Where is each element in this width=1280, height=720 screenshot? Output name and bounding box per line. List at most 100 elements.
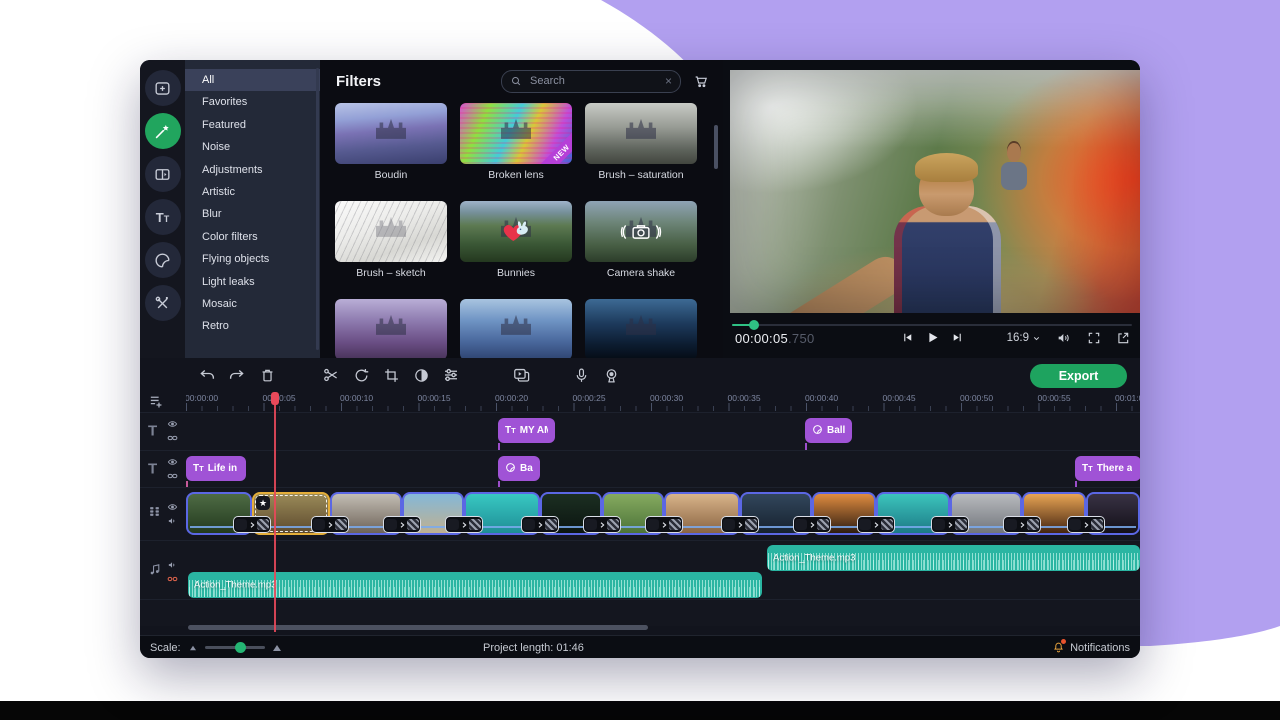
notifications-button[interactable]: Notifications [1052, 636, 1130, 658]
timeline-title-clip[interactable]: TT There a [1075, 456, 1140, 481]
detach-player-icon[interactable] [1116, 331, 1130, 345]
preview-seek-bar[interactable] [732, 320, 1132, 330]
timeline-horizontal-scrollbar[interactable] [188, 625, 648, 630]
volume-icon[interactable] [1056, 330, 1072, 346]
filter-card[interactable]: Brush – saturation [585, 103, 697, 181]
filter-card[interactable] [460, 299, 572, 358]
timeline-title-clip[interactable]: TT Life in [186, 456, 246, 481]
audio-clip[interactable]: Action_Theme.mp3 [188, 572, 762, 598]
redo-button[interactable] [226, 364, 248, 386]
ruler-time-label: 00:00:25 [573, 393, 606, 403]
filter-card[interactable] [335, 299, 447, 358]
filter-overlay-icon [460, 201, 572, 262]
transition-badge[interactable] [721, 516, 759, 533]
unlink-icon[interactable] [167, 574, 178, 585]
record-voice-button[interactable] [570, 364, 592, 386]
color-adjustments-button[interactable] [410, 364, 432, 386]
zoom-slider-handle[interactable] [235, 642, 246, 653]
transition-badge[interactable] [793, 516, 831, 533]
sidebar-item-filters[interactable] [145, 113, 181, 149]
zoom-out-icon[interactable] [190, 645, 196, 650]
category-item[interactable]: Color filters [185, 226, 320, 248]
export-button[interactable]: Export [1030, 364, 1127, 388]
transition-badge[interactable] [857, 516, 895, 533]
sidebar-item-import-media[interactable] [145, 70, 181, 106]
title-track-2: TT Life in Bac TT There a [186, 450, 1140, 487]
delete-button[interactable] [256, 364, 278, 386]
transition-badge[interactable] [583, 516, 621, 533]
overlay-button[interactable] [510, 364, 532, 386]
search-box[interactable]: × [501, 70, 681, 93]
store-cart-icon[interactable] [693, 73, 709, 89]
play-button[interactable] [925, 330, 940, 345]
timeline-zoom-slider[interactable] [205, 646, 265, 649]
undo-button[interactable] [196, 364, 218, 386]
transition-badge[interactable] [1067, 516, 1105, 533]
previous-frame-button[interactable] [901, 331, 914, 344]
crop-button[interactable] [380, 364, 402, 386]
eye-icon[interactable] [167, 419, 178, 430]
sidebar-item-titles[interactable]: TT [145, 199, 181, 235]
category-item[interactable]: Adjustments [185, 159, 320, 181]
category-item[interactable]: Blur [185, 203, 320, 225]
playhead-handle[interactable] [271, 392, 279, 405]
transition-chevron-icon [946, 521, 954, 529]
aspect-ratio-dropdown[interactable]: 16:9 [1007, 332, 1041, 344]
fullscreen-icon[interactable] [1087, 331, 1101, 345]
filter-card[interactable]: Camera shake [585, 201, 697, 279]
filter-card[interactable]: Bunnies [460, 201, 572, 279]
category-item[interactable]: All [185, 69, 320, 91]
transition-badge[interactable] [383, 516, 421, 533]
transition-badge[interactable] [645, 516, 683, 533]
sidebar-item-transitions[interactable] [145, 156, 181, 192]
filter-card[interactable]: Boudin [335, 103, 447, 181]
transitions-icon [153, 165, 172, 184]
video-preview[interactable] [730, 70, 1140, 313]
timeline-title-clip[interactable]: Bac [498, 456, 540, 481]
filter-card[interactable]: Brush – sketch [335, 201, 447, 279]
category-item[interactable]: Retro [185, 315, 320, 337]
transition-badge[interactable] [931, 516, 969, 533]
link-icon[interactable] [167, 433, 178, 444]
split-button[interactable] [320, 364, 342, 386]
rotate-button[interactable] [350, 364, 372, 386]
title-track-1-header: T [140, 412, 186, 450]
eye-icon[interactable] [167, 456, 178, 467]
timeline-title-clip[interactable]: Ball [805, 418, 852, 443]
search-input[interactable] [528, 74, 659, 88]
timeline-ruler[interactable]: 00:00:0000:00:0500:00:1000:00:1500:00:20… [140, 392, 1140, 412]
filter-label: Boudin [335, 169, 447, 181]
sidebar-item-stickers[interactable] [145, 242, 181, 278]
webcam-button[interactable] [600, 364, 622, 386]
category-item[interactable]: Artistic [185, 181, 320, 203]
category-item[interactable]: Mosaic [185, 293, 320, 315]
timeline-title-clip[interactable]: TT MY AM [498, 418, 555, 443]
category-item[interactable]: Favorites [185, 91, 320, 113]
transition-badge[interactable] [445, 516, 483, 533]
zoom-in-icon[interactable] [273, 645, 281, 651]
speaker-icon[interactable] [167, 515, 178, 526]
filter-card[interactable] [585, 299, 697, 358]
adjust-sliders-button[interactable] [440, 364, 462, 386]
category-item[interactable]: Featured [185, 114, 320, 136]
sidebar-item-more-tools[interactable] [145, 285, 181, 321]
link-icon[interactable] [167, 470, 178, 481]
category-item[interactable]: Flying objects [185, 248, 320, 270]
transition-badge[interactable] [233, 516, 271, 533]
transition-badge[interactable] [311, 516, 349, 533]
magic-wand-icon [153, 122, 172, 141]
filter-card[interactable]: NEW Broken lens [460, 103, 572, 181]
eye-icon[interactable] [167, 501, 178, 512]
speaker-icon[interactable] [167, 560, 178, 571]
import-media-icon [153, 79, 172, 98]
transition-badge[interactable] [521, 516, 559, 533]
next-frame-button[interactable] [951, 331, 964, 344]
clear-search-icon[interactable]: × [665, 75, 672, 87]
category-item[interactable]: Light leaks [185, 271, 320, 293]
transition-chevron-icon [326, 521, 334, 529]
seek-handle[interactable] [749, 320, 759, 330]
category-item[interactable]: Noise [185, 136, 320, 158]
audio-clip[interactable]: Action_Theme.mp3 [767, 545, 1140, 571]
transition-badge[interactable] [1003, 516, 1041, 533]
filters-scrollbar[interactable] [714, 125, 718, 169]
